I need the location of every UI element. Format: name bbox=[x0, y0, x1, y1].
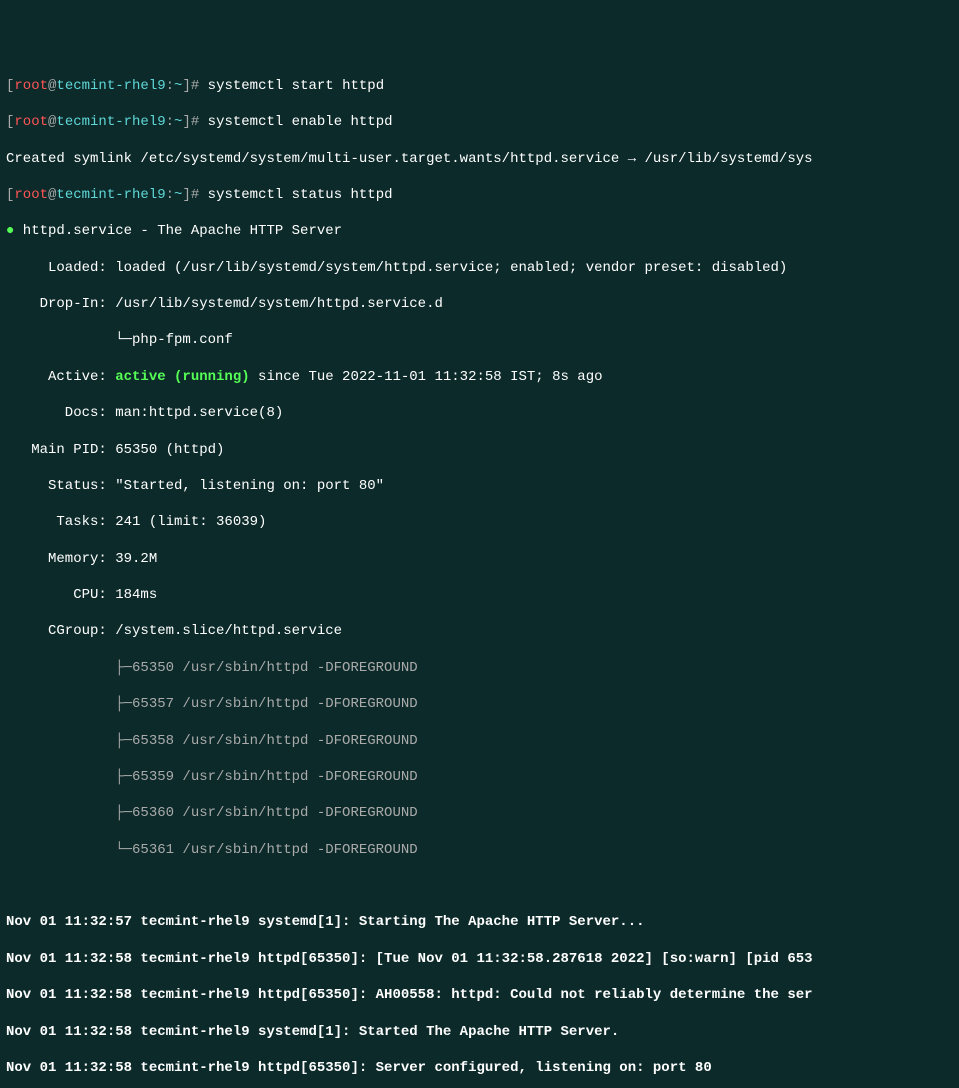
active-line: Active: active (running) since Tue 2022-… bbox=[6, 368, 953, 386]
loaded-line: Loaded: loaded (/usr/lib/systemd/system/… bbox=[6, 259, 953, 277]
cgroup-proc: ├─65357 /usr/sbin/httpd -DFOREGROUND bbox=[6, 695, 953, 713]
command-3: systemctl status httpd bbox=[208, 187, 393, 203]
blank-line bbox=[6, 877, 953, 895]
command-2: systemctl enable httpd bbox=[208, 114, 393, 130]
dropin-line: Drop-In: /usr/lib/systemd/system/httpd.s… bbox=[6, 295, 953, 313]
prompt-line-1: [root@tecmint-rhel9:~]# systemctl start … bbox=[6, 77, 953, 95]
log-line: Nov 01 11:32:58 tecmint-rhel9 httpd[6535… bbox=[6, 950, 953, 968]
tasks-line: Tasks: 241 (limit: 36039) bbox=[6, 513, 953, 531]
log-line: Nov 01 11:32:58 tecmint-rhel9 systemd[1]… bbox=[6, 1023, 953, 1041]
log-line: Nov 01 11:32:57 tecmint-rhel9 systemd[1]… bbox=[6, 913, 953, 931]
prompt-line-3: [root@tecmint-rhel9:~]# systemctl status… bbox=[6, 186, 953, 204]
status-line: Status: "Started, listening on: port 80" bbox=[6, 477, 953, 495]
memory-line: Memory: 39.2M bbox=[6, 550, 953, 568]
cgroup-proc: └─65361 /usr/sbin/httpd -DFOREGROUND bbox=[6, 841, 953, 859]
log-line: Nov 01 11:32:58 tecmint-rhel9 httpd[6535… bbox=[6, 1059, 953, 1077]
service-header: ● httpd.service - The Apache HTTP Server bbox=[6, 222, 953, 240]
cgroup-proc: ├─65358 /usr/sbin/httpd -DFOREGROUND bbox=[6, 732, 953, 750]
log-line: Nov 01 11:32:58 tecmint-rhel9 httpd[6535… bbox=[6, 986, 953, 1004]
mainpid-line: Main PID: 65350 (httpd) bbox=[6, 441, 953, 459]
cgroup-proc: ├─65360 /usr/sbin/httpd -DFOREGROUND bbox=[6, 804, 953, 822]
dropin-sub: └─php-fpm.conf bbox=[6, 331, 953, 349]
command-1: systemctl start httpd bbox=[208, 78, 384, 94]
prompt-line-2: [root@tecmint-rhel9:~]# systemctl enable… bbox=[6, 113, 953, 131]
symlink-output: Created symlink /etc/systemd/system/mult… bbox=[6, 150, 953, 168]
active-status: active (running) bbox=[115, 369, 249, 385]
cpu-line: CPU: 184ms bbox=[6, 586, 953, 604]
cgroup-proc: ├─65359 /usr/sbin/httpd -DFOREGROUND bbox=[6, 768, 953, 786]
cgroup-proc: ├─65350 /usr/sbin/httpd -DFOREGROUND bbox=[6, 659, 953, 677]
cgroup-line: CGroup: /system.slice/httpd.service bbox=[6, 622, 953, 640]
docs-line: Docs: man:httpd.service(8) bbox=[6, 404, 953, 422]
